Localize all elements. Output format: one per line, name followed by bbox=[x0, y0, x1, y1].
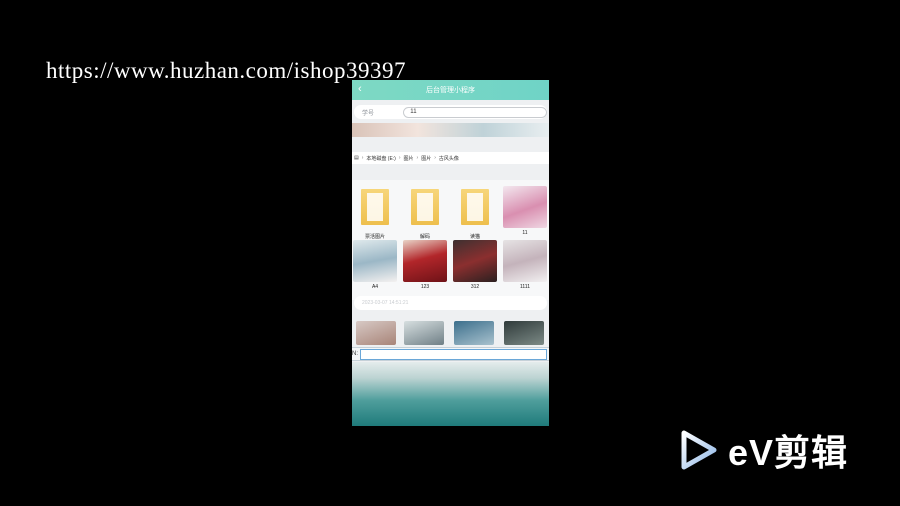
file-grid: 票活图片 解码 读猫 11 A4 123 312 1111 bbox=[352, 180, 549, 300]
file-name: 解码 bbox=[419, 234, 430, 240]
breadcrumb-root-icon[interactable]: ▤ bbox=[354, 155, 359, 161]
phone-screen: ‹ 后台管理小程序 学号 11 ▤ › 本地磁盘 (E:) › 图片 › 图片 … bbox=[352, 80, 549, 426]
chevron-right-icon: › bbox=[361, 155, 364, 161]
file-name: 11 bbox=[522, 230, 528, 236]
back-arrow-icon[interactable]: ‹ bbox=[358, 83, 362, 95]
file-tile[interactable]: A4 bbox=[352, 240, 398, 290]
date-value: 2023-03-07 14:51:21 bbox=[362, 300, 409, 306]
url-watermark: https://www.huzhan.com/ishop39397 bbox=[46, 58, 406, 83]
image-thumbnail bbox=[503, 240, 547, 282]
chevron-right-icon: › bbox=[434, 155, 436, 161]
breadcrumb: ▤ › 本地磁盘 (E:) › 图片 › 图片 › 古风头像 bbox=[352, 152, 549, 164]
file-name: 1111 bbox=[519, 284, 530, 290]
file-tile[interactable]: 123 bbox=[402, 240, 448, 290]
student-id-row: 学号 11 bbox=[354, 105, 547, 119]
file-name: 312 bbox=[470, 284, 480, 290]
student-id-label: 学号 bbox=[362, 110, 375, 117]
folder-icon bbox=[461, 189, 489, 225]
folder-icon bbox=[411, 189, 439, 225]
file-name: 票活图片 bbox=[364, 234, 385, 240]
banner-image bbox=[352, 123, 549, 137]
file-tile[interactable]: 312 bbox=[452, 240, 498, 290]
date-row: 2023-03-07 14:51:21 bbox=[354, 296, 547, 310]
image-thumbnail[interactable] bbox=[404, 321, 444, 345]
image-thumbnail[interactable] bbox=[454, 321, 494, 345]
image-thumbnail[interactable] bbox=[504, 321, 544, 345]
image-thumbnail[interactable] bbox=[356, 321, 396, 345]
editor-logo-text: eV剪辑 bbox=[728, 432, 849, 473]
file-tile[interactable]: 读猫 bbox=[452, 186, 498, 240]
image-thumbnail bbox=[453, 240, 497, 282]
breadcrumb-item[interactable]: 本地磁盘 (E:) bbox=[366, 155, 395, 162]
chevron-right-icon: › bbox=[416, 155, 419, 161]
page-title: 后台管理小程序 bbox=[426, 87, 475, 94]
breadcrumb-item[interactable]: 图片 bbox=[421, 155, 431, 162]
student-id-input[interactable]: 11 bbox=[403, 106, 547, 118]
file-name: 123 bbox=[420, 284, 430, 290]
filename-input[interactable] bbox=[360, 348, 547, 360]
image-thumbnail bbox=[353, 240, 397, 282]
file-name: A4 bbox=[371, 284, 379, 290]
editor-logo: eV剪辑 bbox=[678, 424, 848, 476]
breadcrumb-item[interactable]: 古风头像 bbox=[439, 155, 459, 162]
file-name: 读猫 bbox=[469, 234, 480, 240]
file-tile[interactable]: 1111 bbox=[502, 240, 548, 290]
image-thumbnail bbox=[403, 240, 447, 282]
background-image bbox=[352, 362, 549, 426]
breadcrumb-item[interactable]: 图片 bbox=[404, 155, 414, 162]
file-tile[interactable]: 11 bbox=[502, 186, 548, 236]
image-thumbnail bbox=[503, 186, 547, 228]
filename-bar: N: bbox=[352, 347, 549, 361]
folder-icon bbox=[361, 189, 389, 225]
filename-label: N: bbox=[352, 351, 358, 357]
play-icon bbox=[681, 430, 717, 470]
file-tile[interactable]: 票活图片 bbox=[352, 186, 398, 240]
chevron-right-icon: › bbox=[398, 155, 401, 161]
file-tile[interactable]: 解码 bbox=[402, 186, 448, 240]
